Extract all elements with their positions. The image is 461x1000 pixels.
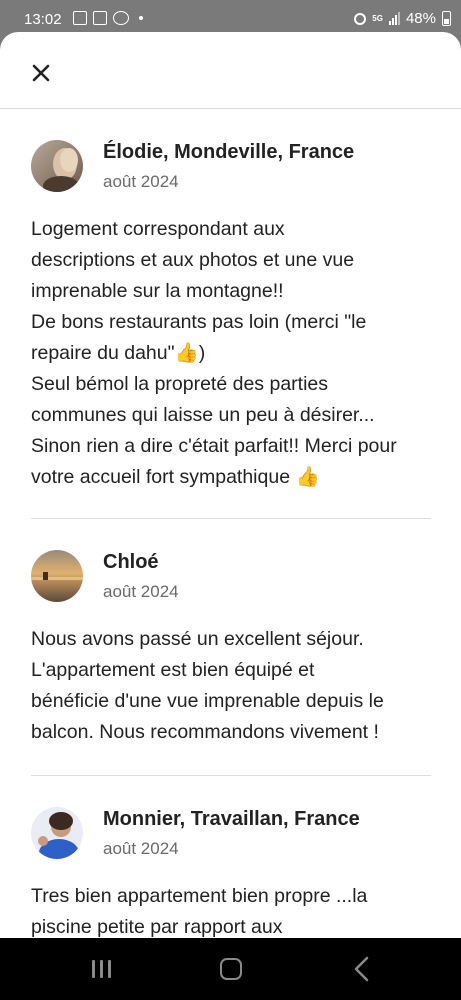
review-item: Chloé août 2024 Nous avons passé un exce… (31, 550, 431, 748)
close-button[interactable] (26, 58, 56, 88)
recent-apps-button[interactable] (92, 960, 111, 978)
reviewer-name: Élodie, Mondeville, France (103, 141, 355, 163)
review-date: août 2024 (103, 172, 179, 191)
battery-icon (442, 11, 451, 26)
review-text: Tres bien appartement bien propre ...la … (31, 885, 368, 938)
avatar[interactable] (31, 807, 83, 859)
system-navigation-bar (0, 938, 461, 1000)
sheet-header (0, 32, 461, 109)
review-header: Élodie, Mondeville, France août 2024 (31, 140, 431, 200)
alarm-icon (354, 12, 367, 25)
network-type: 5G (372, 13, 383, 23)
system-icons: 5G 48% (354, 10, 451, 27)
divider (31, 775, 431, 776)
notification-icons (73, 11, 143, 25)
back-icon (354, 956, 369, 982)
review-item: Élodie, Mondeville, France août 2024 Log… (31, 140, 431, 493)
review-text: Logement correspondant aux descriptions … (31, 218, 397, 488)
review-text: Nous avons passé un excellent séjour. L'… (31, 628, 384, 743)
home-button[interactable] (220, 958, 242, 980)
message-icon (113, 11, 129, 25)
battery-percent: 48% (405, 10, 436, 27)
more-notifications-icon (139, 16, 143, 20)
avatar[interactable] (31, 550, 83, 602)
status-time: 13:02 (24, 11, 62, 28)
review-item: Monnier, Travaillan, France août 2024 Tr… (31, 807, 431, 938)
avatar[interactable] (31, 140, 83, 192)
review-date: août 2024 (103, 582, 179, 601)
signal-icon (388, 12, 400, 25)
reviewer-name: Monnier, Travaillan, France (103, 808, 360, 830)
gallery-icon (73, 11, 87, 25)
close-icon (32, 64, 50, 82)
back-button[interactable] (352, 956, 370, 987)
review-date: août 2024 (103, 839, 179, 858)
reviewer-name: Chloé (103, 551, 159, 573)
review-header: Monnier, Travaillan, France août 2024 (31, 807, 431, 867)
divider (31, 518, 431, 519)
review-header: Chloé août 2024 (31, 550, 431, 610)
calendar-icon (93, 11, 107, 25)
reviews-sheet: Élodie, Mondeville, France août 2024 Log… (0, 32, 461, 938)
